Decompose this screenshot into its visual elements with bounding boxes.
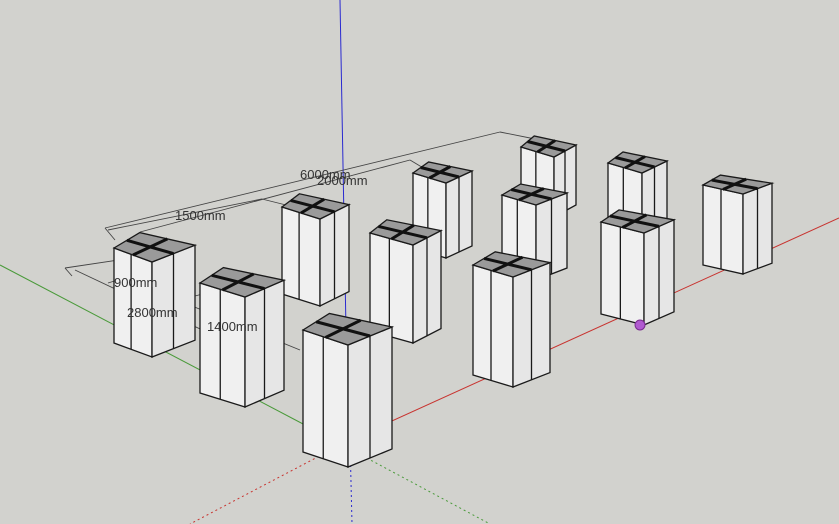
model-canvas[interactable]: 6000mm 2000mm 1500mm 900mm 2800mm 1400mm <box>0 0 839 524</box>
column-9[interactable] <box>112 231 198 358</box>
column-front-face <box>472 264 514 388</box>
dim-label-1400[interactable]: 1400mm <box>207 319 258 334</box>
dim-label-2800[interactable]: 2800mm <box>127 305 178 320</box>
column-front-face <box>702 184 744 275</box>
model-viewport[interactable]: 6000mm 2000mm 1500mm 900mm 2800mm 1400mm <box>0 0 839 524</box>
column-12[interactable] <box>301 312 395 468</box>
column-10[interactable] <box>471 251 553 388</box>
column-8[interactable] <box>599 209 677 326</box>
column-front-face <box>302 329 349 468</box>
dim-label-1500[interactable]: 1500mm <box>175 208 226 223</box>
column-front-face <box>600 221 645 326</box>
column-front-face <box>113 247 153 358</box>
column-4[interactable] <box>701 174 775 275</box>
column-11[interactable] <box>198 266 287 408</box>
column-front-face <box>199 282 246 408</box>
column-6[interactable] <box>280 193 351 308</box>
column-front-face <box>281 206 321 307</box>
columns-group <box>112 135 775 468</box>
dim-label-2000[interactable]: 2000mm <box>317 173 368 188</box>
dim-label-900[interactable]: 900mm <box>114 275 157 290</box>
inference-endpoint-marker[interactable] <box>634 319 646 331</box>
